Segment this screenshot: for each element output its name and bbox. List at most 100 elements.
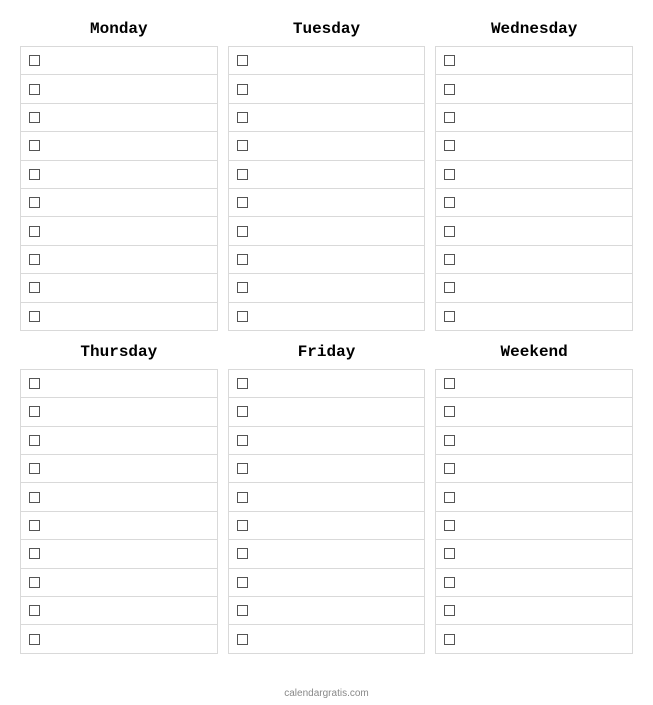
checkbox-icon[interactable]: [237, 492, 248, 503]
checkbox-icon[interactable]: [237, 406, 248, 417]
task-row: [21, 455, 217, 483]
task-row: [229, 132, 425, 160]
checkbox-icon[interactable]: [444, 112, 455, 123]
task-row: [21, 161, 217, 189]
checkbox-icon[interactable]: [29, 463, 40, 474]
checkbox-icon[interactable]: [237, 378, 248, 389]
checkbox-icon[interactable]: [444, 197, 455, 208]
day-title: Tuesday: [228, 14, 426, 46]
checkbox-icon[interactable]: [444, 226, 455, 237]
task-row: [229, 303, 425, 331]
task-row: [229, 455, 425, 483]
checkbox-icon[interactable]: [29, 311, 40, 322]
checkbox-icon[interactable]: [237, 520, 248, 531]
checkbox-icon[interactable]: [29, 634, 40, 645]
checkbox-icon[interactable]: [29, 140, 40, 151]
task-row: [229, 398, 425, 426]
checkbox-icon[interactable]: [237, 55, 248, 66]
checkbox-icon[interactable]: [29, 577, 40, 588]
day-column-thursday: Thursday: [20, 337, 218, 654]
task-row: [21, 427, 217, 455]
checkbox-icon[interactable]: [29, 55, 40, 66]
checkbox-icon[interactable]: [29, 378, 40, 389]
task-row: [229, 246, 425, 274]
checkbox-icon[interactable]: [444, 378, 455, 389]
task-row: [229, 512, 425, 540]
checkbox-icon[interactable]: [444, 84, 455, 95]
checkbox-icon[interactable]: [237, 254, 248, 265]
checkbox-icon[interactable]: [444, 311, 455, 322]
task-row: [229, 427, 425, 455]
checkbox-icon[interactable]: [444, 169, 455, 180]
task-row: [229, 370, 425, 398]
checkbox-icon[interactable]: [444, 463, 455, 474]
checkbox-icon[interactable]: [29, 197, 40, 208]
task-list: [20, 46, 218, 331]
checkbox-icon[interactable]: [29, 435, 40, 446]
task-row: [21, 540, 217, 568]
task-row: [436, 132, 632, 160]
checkbox-icon[interactable]: [29, 605, 40, 616]
checkbox-icon[interactable]: [29, 254, 40, 265]
task-row: [436, 104, 632, 132]
checkbox-icon[interactable]: [444, 140, 455, 151]
checkbox-icon[interactable]: [444, 634, 455, 645]
checkbox-icon[interactable]: [237, 605, 248, 616]
day-column-tuesday: Tuesday: [228, 14, 426, 331]
checkbox-icon[interactable]: [29, 406, 40, 417]
task-row: [21, 512, 217, 540]
checkbox-icon[interactable]: [29, 548, 40, 559]
task-row: [21, 274, 217, 302]
checkbox-icon[interactable]: [444, 55, 455, 66]
task-row: [436, 540, 632, 568]
checkbox-icon[interactable]: [237, 112, 248, 123]
task-list: [228, 369, 426, 654]
task-list: [228, 46, 426, 331]
checkbox-icon[interactable]: [444, 435, 455, 446]
checkbox-icon[interactable]: [29, 84, 40, 95]
checkbox-icon[interactable]: [237, 435, 248, 446]
checkbox-icon[interactable]: [237, 463, 248, 474]
checkbox-icon[interactable]: [444, 282, 455, 293]
task-row: [229, 483, 425, 511]
day-column-friday: Friday: [228, 337, 426, 654]
task-row: [21, 47, 217, 75]
checkbox-icon[interactable]: [444, 406, 455, 417]
checkbox-icon[interactable]: [237, 548, 248, 559]
task-row: [436, 455, 632, 483]
checkbox-icon[interactable]: [444, 254, 455, 265]
task-row: [21, 625, 217, 653]
task-row: [436, 398, 632, 426]
checkbox-icon[interactable]: [237, 577, 248, 588]
checkbox-icon[interactable]: [444, 520, 455, 531]
checkbox-icon[interactable]: [237, 226, 248, 237]
checkbox-icon[interactable]: [237, 140, 248, 151]
checkbox-icon[interactable]: [29, 492, 40, 503]
checkbox-icon[interactable]: [237, 311, 248, 322]
task-row: [436, 47, 632, 75]
checkbox-icon[interactable]: [29, 520, 40, 531]
task-row: [229, 569, 425, 597]
checkbox-icon[interactable]: [29, 112, 40, 123]
task-row: [436, 189, 632, 217]
task-row: [21, 189, 217, 217]
task-row: [229, 104, 425, 132]
checkbox-icon[interactable]: [444, 548, 455, 559]
checkbox-icon[interactable]: [237, 197, 248, 208]
day-column-weekend: Weekend: [435, 337, 633, 654]
task-row: [21, 132, 217, 160]
checkbox-icon[interactable]: [237, 169, 248, 180]
checkbox-icon[interactable]: [29, 226, 40, 237]
checkbox-icon[interactable]: [29, 282, 40, 293]
checkbox-icon[interactable]: [237, 282, 248, 293]
task-row: [21, 104, 217, 132]
checkbox-icon[interactable]: [444, 577, 455, 588]
checkbox-icon[interactable]: [237, 634, 248, 645]
checkbox-icon[interactable]: [444, 605, 455, 616]
task-row: [436, 246, 632, 274]
day-title: Weekend: [435, 337, 633, 369]
checkbox-icon[interactable]: [29, 169, 40, 180]
checkbox-icon[interactable]: [444, 492, 455, 503]
task-row: [229, 47, 425, 75]
checkbox-icon[interactable]: [237, 84, 248, 95]
